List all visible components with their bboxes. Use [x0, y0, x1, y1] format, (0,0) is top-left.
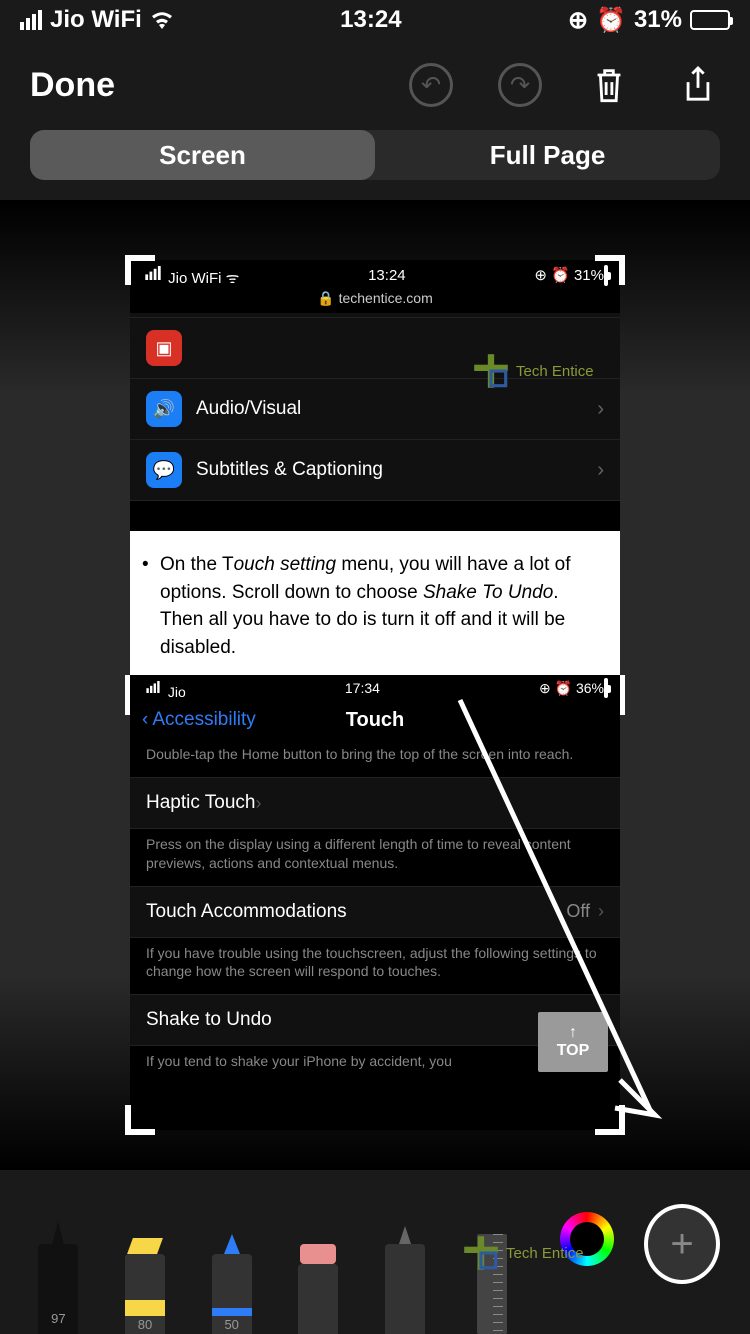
- inner-status-bar: Jio WiFi ᯤ 13:24 ⊕ ⏰ 31%: [130, 260, 620, 290]
- add-button[interactable]: +: [644, 1204, 720, 1284]
- setting-desc: If you have trouble using the touchscree…: [130, 938, 620, 994]
- canvas-area[interactable]: Jio WiFi ᯤ 13:24 ⊕ ⏰ 31% 🔒 techentice.co…: [0, 200, 750, 1170]
- lasso-tool[interactable]: [377, 1204, 434, 1334]
- chevron-right-icon: ›: [256, 793, 262, 814]
- pencil-tool[interactable]: 50: [203, 1204, 260, 1334]
- wifi-icon: [150, 11, 174, 29]
- pen-tool[interactable]: 97: [30, 1204, 87, 1334]
- markup-tool-tray: 97 80 50 + Tech Entice: [0, 1184, 750, 1334]
- accessibility-icon: ▣: [146, 330, 182, 366]
- status-bar: Jio WiFi 13:24 ⊕ ⏰ 31%: [0, 0, 750, 40]
- signal-icon: [20, 10, 42, 30]
- nav-title: Touch: [346, 709, 405, 732]
- list-item: 💬 Subtitles & Captioning ›: [130, 440, 620, 501]
- redo-button[interactable]: ↷: [498, 63, 542, 107]
- subtitles-icon: 💬: [146, 452, 182, 488]
- eraser-tool[interactable]: [290, 1204, 347, 1334]
- status-right: ⊕ ⏰ 31%: [568, 6, 730, 35]
- trash-button[interactable]: [587, 63, 631, 107]
- chevron-left-icon: ‹: [142, 709, 148, 731]
- plus-icon: +: [670, 1222, 693, 1267]
- carrier-label: Jio WiFi: [50, 6, 142, 34]
- list-item: ▣ x: [130, 317, 620, 379]
- battery-icon: [690, 10, 730, 30]
- orientation-lock-icon: ⊕: [568, 6, 588, 35]
- inner-url-bar: 🔒 techentice.com: [130, 290, 620, 313]
- highlighter-tool[interactable]: 80: [117, 1204, 174, 1334]
- setting-desc: Press on the display using a different l…: [130, 829, 620, 885]
- setting-row: Touch Accommodations Off ›: [130, 886, 620, 938]
- setting-row: Haptic Touch›: [130, 777, 620, 829]
- chevron-right-icon: ›: [597, 459, 604, 482]
- segment-screen[interactable]: Screen: [30, 130, 375, 180]
- article-text: On the Touch setting menu, you will have…: [130, 531, 620, 675]
- screenshot-content: Jio WiFi ᯤ 13:24 ⊕ ⏰ 31% 🔒 techentice.co…: [130, 260, 620, 1130]
- undo-button[interactable]: ↶: [409, 63, 453, 107]
- inner2-nav: ‹Accessibility Touch: [130, 701, 620, 739]
- scroll-top-button: ↑ TOP: [538, 1012, 608, 1072]
- list-item: 🔊 Audio/Visual ›: [130, 379, 620, 440]
- markup-toolbar: Done ↶ ↷: [0, 40, 750, 130]
- done-button[interactable]: Done: [30, 66, 115, 105]
- battery-pct: 31%: [634, 6, 682, 34]
- arrow-up-icon: ↑: [569, 1024, 577, 1042]
- share-button[interactable]: [676, 63, 720, 107]
- inner2-status-bar: Jio 17:34 ⊕ ⏰ 36%: [130, 675, 620, 701]
- back-button: ‹Accessibility: [142, 709, 256, 731]
- chevron-right-icon: ›: [598, 901, 604, 922]
- chevron-right-icon: ›: [597, 398, 604, 421]
- setting-desc: Double-tap the Home button to bring the …: [130, 739, 620, 777]
- status-left: Jio WiFi: [20, 6, 174, 34]
- alarm-icon: ⏰: [596, 6, 626, 35]
- color-picker-button[interactable]: [560, 1212, 614, 1266]
- status-time: 13:24: [340, 6, 401, 34]
- crop-frame[interactable]: Jio WiFi ᯤ 13:24 ⊕ ⏰ 31% 🔒 techentice.co…: [130, 260, 620, 1130]
- segment-full-page[interactable]: Full Page: [375, 130, 720, 180]
- view-segment-control: Screen Full Page: [0, 130, 750, 200]
- ruler-tool[interactable]: [463, 1204, 520, 1334]
- audio-visual-icon: 🔊: [146, 391, 182, 427]
